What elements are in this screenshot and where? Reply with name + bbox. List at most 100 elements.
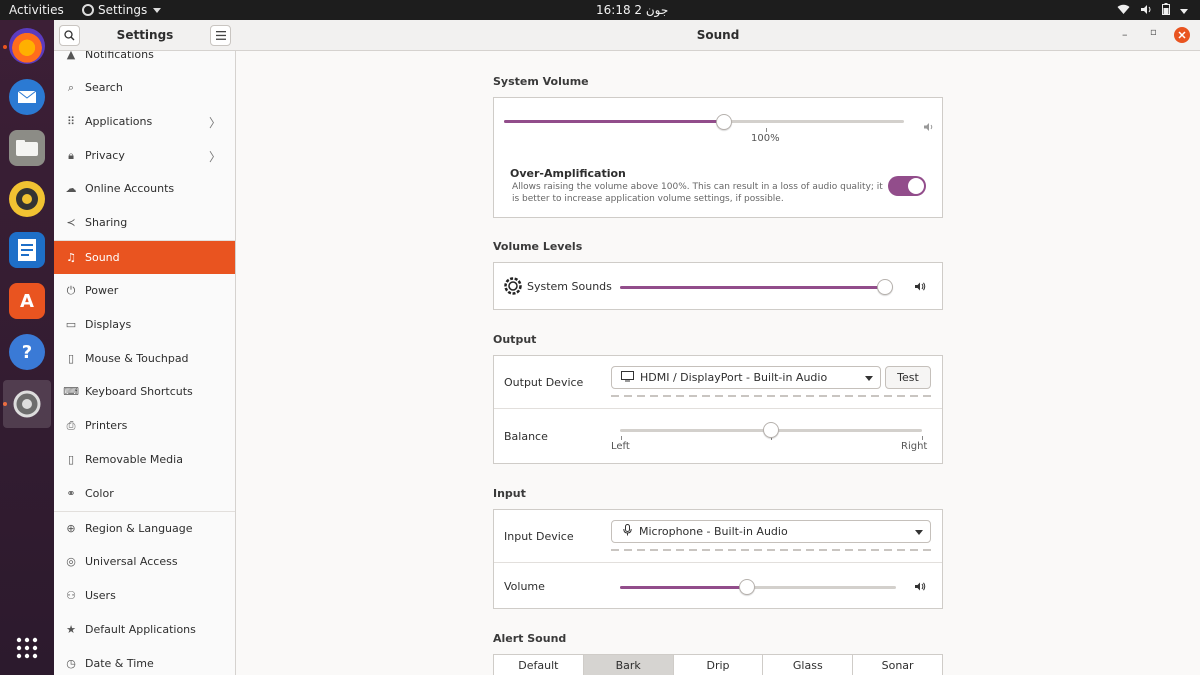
top-bar: Activities Settings 16:18 2 جون xyxy=(0,0,1200,20)
keyboard-icon: ⌨ xyxy=(63,385,79,398)
input-level-meter xyxy=(611,549,931,551)
sidebar-item-date-time[interactable]: ◷ Date & Time xyxy=(54,647,235,675)
chevron-right-icon: 〉 xyxy=(208,116,221,130)
over-amplification-switch[interactable] xyxy=(888,176,926,196)
sidebar-item-displays[interactable]: ▭ Displays xyxy=(54,308,235,341)
volume-high-icon[interactable] xyxy=(914,581,926,595)
system-volume-fill xyxy=(504,120,724,123)
section-title-output: Output xyxy=(493,333,537,346)
power-icon: ⏻ xyxy=(66,283,76,297)
sidebar-item-power[interactable]: ⏻ Power xyxy=(54,274,235,307)
software-center-icon[interactable]: A xyxy=(9,283,45,319)
sidebar-item-label: Color xyxy=(85,487,114,500)
sidebar-item-label: Applications xyxy=(85,115,153,128)
system-volume-knob[interactable] xyxy=(716,114,732,130)
over-amplification-title: Over-Amplification xyxy=(510,167,626,180)
close-button[interactable] xyxy=(1174,27,1190,43)
volume-high-icon[interactable] xyxy=(914,281,926,295)
system-tray[interactable] xyxy=(1117,3,1188,18)
thunderbird-icon[interactable] xyxy=(9,79,45,115)
app-menu[interactable]: Settings xyxy=(82,3,162,17)
sidebar-item-users[interactable]: ⚇ Users xyxy=(54,579,235,612)
system-sounds-icon xyxy=(504,277,522,298)
balance-label: Balance xyxy=(504,430,548,443)
maximize-button[interactable]: ▫ xyxy=(1150,27,1160,38)
chevron-down-icon xyxy=(865,376,873,381)
sidebar-item-keyboard-shortcuts[interactable]: ⌨ Keyboard Shortcuts xyxy=(54,375,235,408)
sidebar-item-color[interactable]: ⚭ Color xyxy=(54,477,235,510)
sidebar-item-search[interactable]: ⌕ Search xyxy=(54,71,235,104)
sidebar-item-region-language[interactable]: ⊕ Region & Language xyxy=(54,512,235,545)
sidebar-item-printers[interactable]: ⎙ Printers xyxy=(54,409,235,442)
input-device-select[interactable]: Microphone - Built-in Audio xyxy=(611,520,931,543)
show-apps-icon[interactable] xyxy=(9,630,45,666)
input-volume-knob[interactable] xyxy=(739,579,755,595)
sidebar-title: Settings xyxy=(116,28,174,42)
input-volume-fill xyxy=(620,586,747,589)
accessibility-icon: ◎ xyxy=(66,555,76,568)
hamburger-menu-button[interactable] xyxy=(210,25,231,46)
sidebar-item-label: Users xyxy=(85,589,116,602)
alert-sound-option[interactable]: Sonar xyxy=(853,655,942,675)
chevron-down-icon xyxy=(915,530,923,535)
sidebar-item-label: Privacy xyxy=(85,149,125,162)
alert-sound-option[interactable]: Bark xyxy=(583,655,674,675)
output-device-value: HDMI / DisplayPort - Built-in Audio xyxy=(640,371,828,384)
over-amplification-description-line1: Allows raising the volume above 100%. Th… xyxy=(512,182,883,192)
dock: A ? xyxy=(0,20,54,675)
clock[interactable]: 16:18 2 جون xyxy=(596,3,668,17)
help-icon[interactable]: ? xyxy=(9,334,45,370)
rhythmbox-icon[interactable] xyxy=(9,181,45,217)
minimize-button[interactable]: – xyxy=(1122,28,1132,41)
music-note-icon: ♫ xyxy=(66,251,76,264)
balance-knob[interactable] xyxy=(763,422,779,438)
printer-icon: ⎙ xyxy=(66,418,76,432)
sidebar-item-default-applications[interactable]: ★ Default Applications xyxy=(54,613,235,646)
sidebar-item-notifications[interactable]: ▲ Notifications xyxy=(54,51,235,71)
star-icon: ★ xyxy=(66,623,76,636)
sidebar-item-label: Default Applications xyxy=(85,623,196,636)
running-indicator xyxy=(3,45,7,49)
sidebar-item-removable-media[interactable]: ▯ Removable Media xyxy=(54,443,235,476)
hamburger-icon xyxy=(215,31,226,40)
system-sounds-knob[interactable] xyxy=(877,279,893,295)
alert-sound-option[interactable]: Default xyxy=(494,655,584,675)
monitor-icon xyxy=(621,370,634,385)
input-device-value: Microphone - Built-in Audio xyxy=(639,525,788,538)
alert-sound-option[interactable]: Drip xyxy=(674,655,764,675)
input-device-label: Input Device xyxy=(504,530,574,543)
globe-icon: ⊕ xyxy=(66,522,76,535)
volume-icon xyxy=(1140,4,1152,18)
sidebar-item-privacy[interactable]: 🔒︎ Privacy 〉 xyxy=(54,139,235,172)
switch-knob xyxy=(908,178,924,194)
system-sounds-fill xyxy=(620,286,885,289)
alert-sound-option[interactable]: Glass xyxy=(763,655,854,675)
sidebar-item-label: Keyboard Shortcuts xyxy=(85,385,193,398)
sidebar-item-mouse-touchpad[interactable]: ▯ Mouse & Touchpad xyxy=(54,342,235,375)
sidebar-item-label: Universal Access xyxy=(85,555,178,568)
sidebar-item-sharing[interactable]: ≺ Sharing xyxy=(54,206,235,239)
output-device-select[interactable]: HDMI / DisplayPort - Built-in Audio xyxy=(611,366,881,389)
display-icon: ▭ xyxy=(65,318,77,331)
tick-mark xyxy=(621,436,622,440)
settings-app-icon[interactable] xyxy=(3,380,51,428)
volume-levels-frame: System Sounds xyxy=(493,262,943,310)
sidebar-item-label: Power xyxy=(85,284,119,297)
sidebar-item-online-accounts[interactable]: ☁ Online Accounts xyxy=(54,172,235,205)
lock-icon: 🔒︎ xyxy=(68,148,74,162)
page-title: Sound xyxy=(696,28,740,42)
writer-icon[interactable] xyxy=(9,232,45,268)
sidebar-item-sound[interactable]: ♫ Sound xyxy=(54,241,235,274)
output-frame: Output Device HDMI / DisplayPort - Built… xyxy=(493,355,943,464)
sidebar-item-universal-access[interactable]: ◎ Universal Access xyxy=(54,545,235,578)
files-icon[interactable] xyxy=(9,130,45,166)
sidebar: ▲ Notifications ⌕ Search ⠿ Applications … xyxy=(54,51,236,675)
alert-sound-options: Default Bark Drip Glass Sonar xyxy=(493,654,943,675)
wifi-icon xyxy=(1117,4,1130,18)
test-button[interactable]: Test xyxy=(885,366,931,389)
output-device-label: Output Device xyxy=(504,376,584,389)
activities-button[interactable]: Activities xyxy=(9,3,64,17)
sidebar-item-applications[interactable]: ⠿ Applications 〉 xyxy=(54,105,235,138)
sidebar-item-label: Removable Media xyxy=(85,453,183,466)
firefox-icon[interactable] xyxy=(9,28,45,64)
